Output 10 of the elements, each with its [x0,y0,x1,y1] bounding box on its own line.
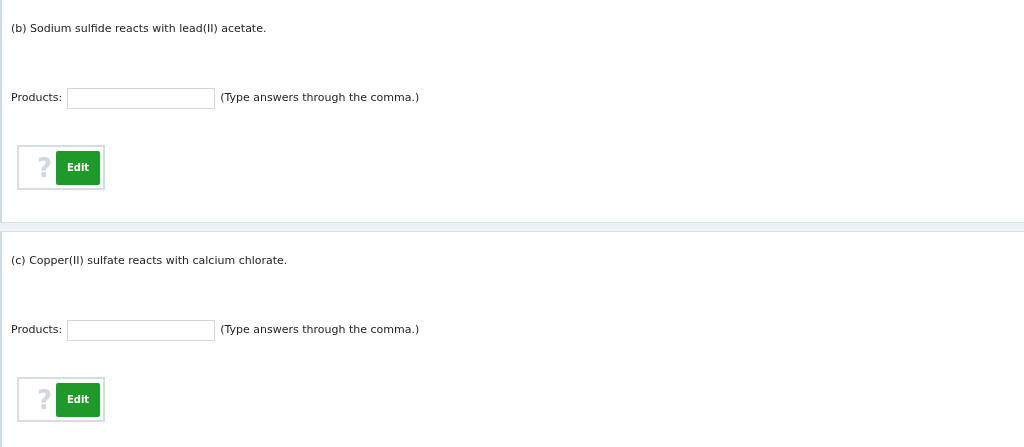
edit-button[interactable]: Edit [56,150,100,185]
question-text: (c) Copper(II) sulfate reacts with calcium chlorate. [11,254,288,268]
answer-field[interactable] [67,88,216,109]
edit-button[interactable]: Edit [56,382,100,417]
answer-field[interactable] [67,320,216,341]
field-label: Products: [11,90,63,107]
hint-text: (Type answers through the comma.) [220,322,420,339]
hint-text: (Type answers through the comma.) [220,90,420,107]
question-text: (b) Sodium sulfide reacts with lead(II) acetate. [11,22,267,36]
field-label: Products: [11,322,63,339]
